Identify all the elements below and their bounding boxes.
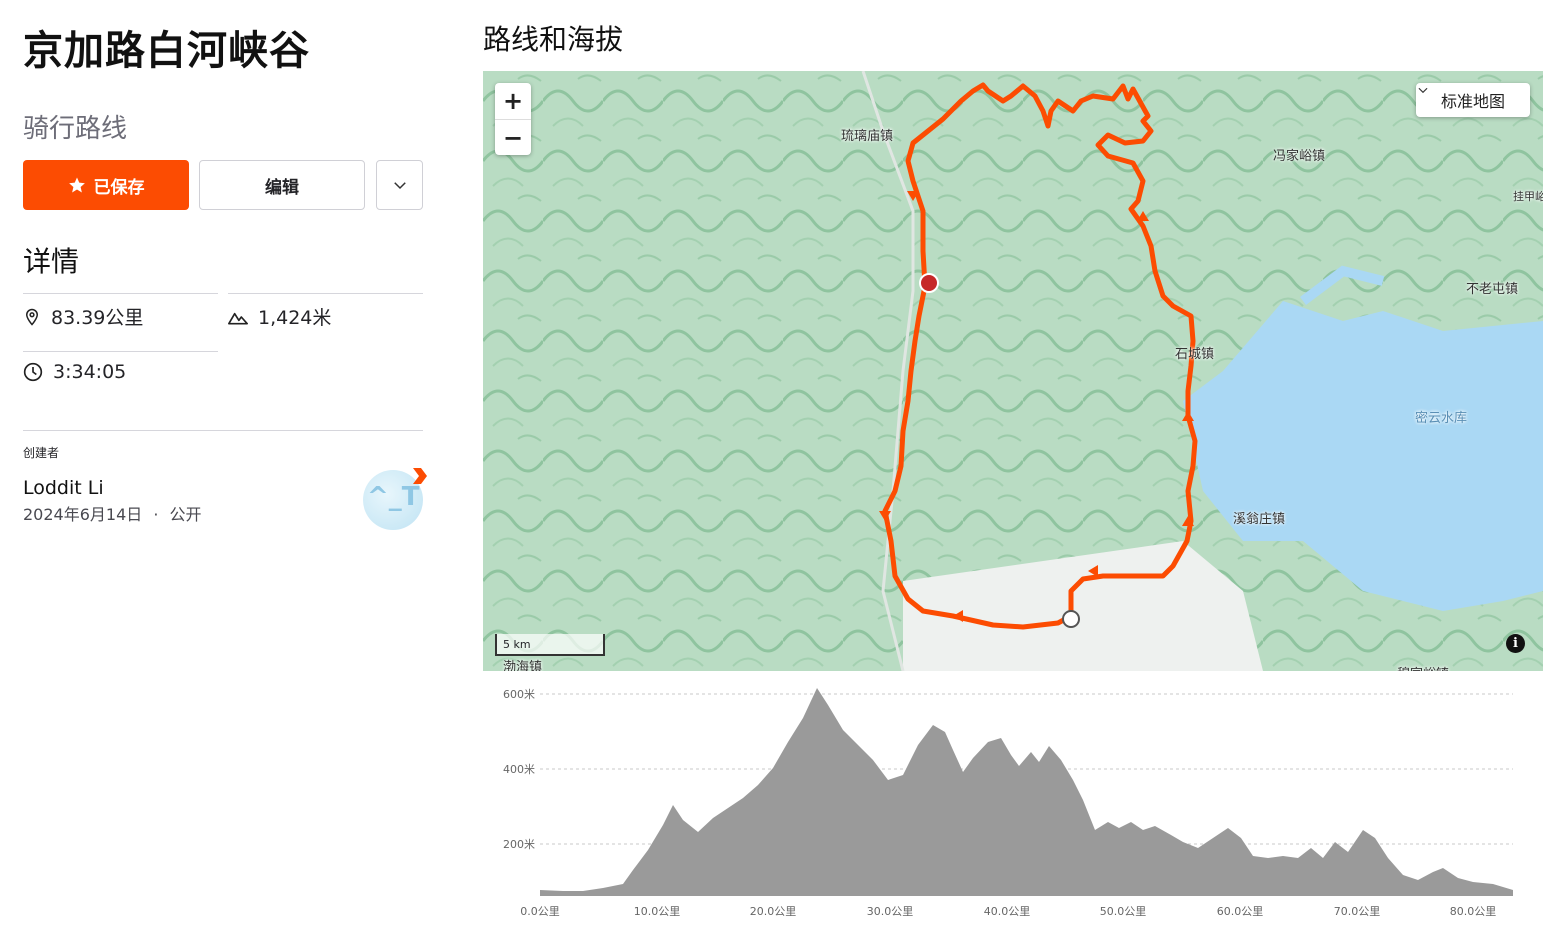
y-axis-label: 200米 [503, 838, 535, 851]
details-heading: 详情 [23, 245, 80, 278]
map-type-label: 标准地图 [1440, 92, 1505, 111]
elevation-value: 1,424米 [258, 307, 332, 329]
poi-marker-icon [919, 273, 939, 293]
x-axis-label: 10.0公里 [634, 905, 681, 918]
info-icon[interactable]: i [1506, 634, 1525, 653]
elevation-stat: 1,424米 [228, 303, 331, 330]
x-axis-label: 0.0公里 [520, 905, 560, 918]
x-axis-label: 60.0公里 [1217, 905, 1264, 918]
edit-button[interactable]: 编辑 [199, 160, 365, 210]
avatar[interactable]: ^_T [363, 468, 427, 530]
more-options-button[interactable] [376, 160, 423, 210]
map-canvas [483, 71, 1543, 671]
creator-label: 创建者 [23, 446, 60, 460]
stat-divider [23, 351, 218, 352]
saved-label: 已保存 [93, 177, 145, 198]
x-axis-label: 50.0公里 [1100, 905, 1147, 918]
route-title: 京加路白河峡谷 [23, 28, 310, 74]
elevation-profile[interactable]: 600米 400米 200米 0.0公里 10.0公里 20.0公里 30.0公… [483, 680, 1543, 936]
saved-button[interactable]: 已保存 [23, 160, 189, 210]
finish-flag-icon [1062, 610, 1080, 628]
chevron-down-icon [393, 182, 406, 190]
water-label: 密云水库 [1415, 411, 1468, 426]
zoom-controls: + − [495, 83, 531, 155]
zoom-in-button[interactable]: + [495, 83, 531, 120]
location-pin-icon [25, 308, 39, 326]
stat-divider [23, 293, 218, 294]
y-axis-label: 600米 [503, 688, 535, 701]
x-axis-label: 20.0公里 [750, 905, 797, 918]
creator-meta: 2024年6月14日 · 公开 [23, 501, 202, 525]
route-type: 骑行路线 [23, 114, 128, 144]
route-map[interactable]: + − 标准地图 琉璃庙镇 冯家峪镇 挂甲峪 不老屯镇 石城镇 密云水库 溪翁庄… [483, 71, 1543, 671]
chevron-down-icon [1418, 87, 1428, 94]
elevation-area [540, 688, 1513, 896]
x-axis-label: 70.0公里 [1334, 905, 1381, 918]
x-axis-label: 40.0公里 [984, 905, 1031, 918]
subscriber-badge-icon [413, 468, 427, 484]
place-label: 渤海镇 [503, 660, 543, 671]
x-axis-label: 80.0公里 [1450, 905, 1497, 918]
place-label: 石城镇 [1175, 347, 1215, 362]
map-heading: 路线和海拔 [483, 23, 624, 56]
star-icon [68, 177, 85, 193]
time-stat: 3:34:05 [23, 361, 126, 383]
section-divider [23, 430, 423, 431]
map-type-select[interactable]: 标准地图 [1416, 83, 1530, 117]
stat-divider [228, 293, 423, 294]
mountain-icon [228, 312, 248, 324]
avatar-text: ^_T [367, 482, 420, 512]
map-scale: 5 km [495, 634, 605, 656]
distance-value: 83.39公里 [51, 307, 144, 329]
time-value: 3:34:05 [53, 361, 127, 383]
created-date: 2024年6月14日 [23, 505, 143, 524]
creator-name[interactable]: Loddit Li [23, 477, 104, 499]
place-label: 溪翁庄镇 [1233, 512, 1286, 527]
visibility: 公开 [169, 505, 202, 524]
y-axis-label: 400米 [503, 763, 535, 776]
edit-label: 编辑 [265, 177, 299, 198]
place-label: 穆家峪镇 [1397, 663, 1449, 671]
place-label: 琉璃庙镇 [841, 129, 894, 144]
x-axis-labels: 0.0公里 10.0公里 20.0公里 30.0公里 40.0公里 50.0公里… [520, 905, 1496, 918]
meta-separator: · [153, 505, 159, 524]
clock-icon [23, 362, 43, 382]
distance-stat: 83.39公里 [23, 303, 143, 330]
place-label: 不老屯镇 [1466, 282, 1519, 297]
zoom-out-button[interactable]: − [495, 120, 531, 156]
place-label: 冯家峪镇 [1273, 149, 1326, 164]
x-axis-label: 30.0公里 [867, 905, 914, 918]
place-label: 挂甲峪 [1513, 190, 1543, 203]
